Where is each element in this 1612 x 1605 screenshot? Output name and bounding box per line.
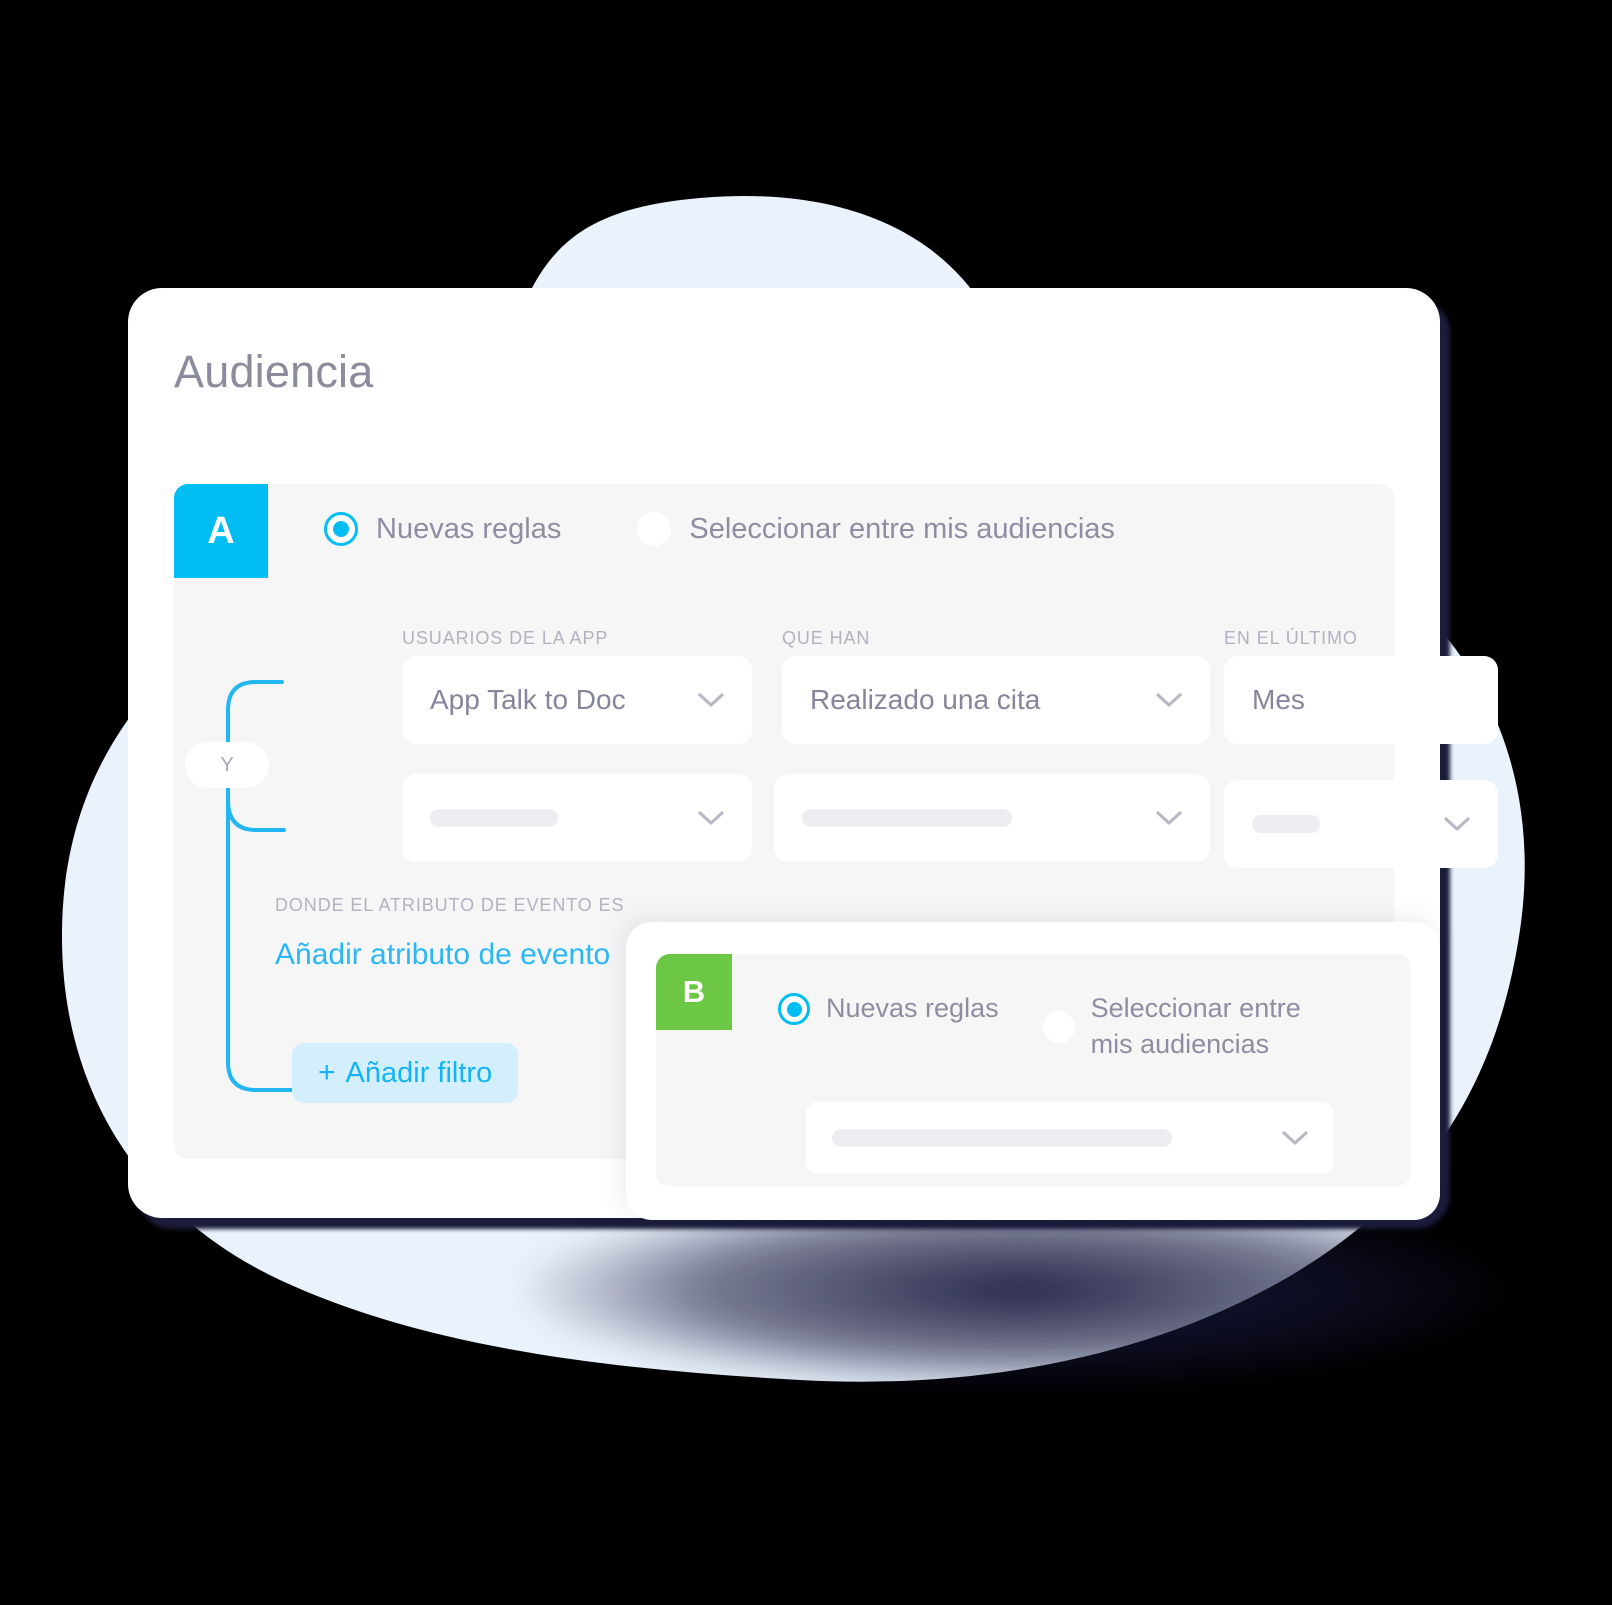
placeholder-bar <box>832 1129 1172 1147</box>
add-event-attribute-link[interactable]: Añadir atributo de evento <box>275 938 610 972</box>
placeholder-bar <box>1252 815 1320 833</box>
dropdown-que-han-secondary[interactable] <box>774 774 1210 862</box>
panel-a-radio-group: Nuevas reglas Seleccionar entre mis audi… <box>324 512 1115 546</box>
plus-icon: + <box>318 1056 336 1089</box>
add-filter-label: Añadir filtro <box>345 1056 493 1089</box>
dropdown-que-han[interactable]: Realizado una cita <box>782 656 1210 744</box>
dropdown-usuarios-de-la-app[interactable]: App Talk to Doc <box>402 656 752 744</box>
connector-operator-label: Y <box>220 753 234 776</box>
chevron-down-icon <box>1282 1131 1308 1145</box>
badge-b: B <box>656 954 732 1030</box>
radio-option-seleccionar-audiencias-a[interactable]: Seleccionar entre mis audiencias <box>637 512 1115 546</box>
dropdown-en-el-ultimo-secondary[interactable] <box>1224 780 1498 868</box>
radio-unselected-icon <box>1042 1011 1075 1044</box>
attribute-section-label: Donde el atributo de evento es <box>275 895 625 915</box>
column-label-que-han: Que han <box>782 628 871 648</box>
chevron-down-icon <box>1156 693 1182 707</box>
panel-b: B Nuevas reglas Seleccionar entre mis au… <box>656 954 1410 1186</box>
chevron-down-icon <box>1444 817 1470 831</box>
add-filter-button[interactable]: + Añadir filtro <box>292 1043 519 1103</box>
radio-label-seleccionar-audiencias-b: Seleccionar entre mis audiencias <box>1090 993 1301 1060</box>
radio-label-nuevas-reglas-b: Nuevas reglas <box>826 993 999 1023</box>
main-card-soft-shadow <box>520 1190 1520 1390</box>
dropdown-panel-b[interactable] <box>806 1102 1334 1174</box>
radio-unselected-icon <box>637 512 672 546</box>
radio-selected-icon <box>324 512 358 546</box>
audience-card-b: B Nuevas reglas Seleccionar entre mis au… <box>626 922 1440 1220</box>
page-title: Audiencia <box>174 346 374 397</box>
badge-a: A <box>174 484 268 578</box>
input-en-el-ultimo-value: Mes <box>1252 684 1305 715</box>
radio-option-seleccionar-audiencias-b[interactable]: Seleccionar entre mis audiencias <box>1042 990 1341 1063</box>
chevron-down-icon <box>698 693 724 707</box>
chevron-down-icon <box>1156 811 1182 825</box>
placeholder-bar <box>430 809 558 827</box>
input-en-el-ultimo[interactable]: Mes <box>1224 656 1498 744</box>
connector-operator-pill[interactable]: Y <box>185 742 269 788</box>
dropdown-que-han-value: Realizado una cita <box>810 684 1041 715</box>
radio-option-nuevas-reglas-a[interactable]: Nuevas reglas <box>324 512 561 546</box>
dropdown-usuarios-secondary[interactable] <box>402 774 752 862</box>
radio-option-nuevas-reglas-b[interactable]: Nuevas reglas <box>778 990 999 1026</box>
placeholder-bar <box>802 809 1012 827</box>
column-label-usuarios-de-la-app: Usuarios de la app <box>402 628 609 648</box>
radio-selected-icon <box>778 993 810 1026</box>
dropdown-usuarios-value: App Talk to Doc <box>430 684 626 715</box>
panel-b-radio-group: Nuevas reglas Seleccionar entre mis audi… <box>778 990 1341 1063</box>
chevron-down-icon <box>698 811 724 825</box>
radio-label-seleccionar-audiencias-a: Seleccionar entre mis audiencias <box>689 512 1115 545</box>
column-label-en-el-ultimo: En el último <box>1224 628 1358 648</box>
radio-label-nuevas-reglas-a: Nuevas reglas <box>376 512 562 545</box>
